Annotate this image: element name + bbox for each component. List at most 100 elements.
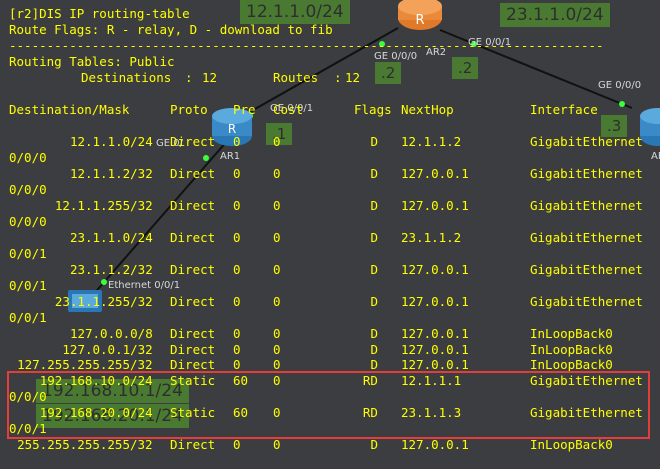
cell-interface: InLoopBack0 [530, 342, 613, 357]
cell-cost: 0 [273, 262, 281, 277]
cell-cost: 0 [273, 326, 281, 341]
device-label-ar1: AR1 [220, 151, 241, 162]
cell-interface-wrap: 0/0/1 [9, 310, 47, 325]
cell-destination: 127.0.0.0/8 [69, 326, 153, 341]
routes-label: Routes [273, 70, 319, 85]
cell-pre: 0 [233, 326, 241, 341]
command-prompt: [r2]DIS IP routing-table [9, 6, 190, 21]
cell-proto: Direct [170, 357, 216, 372]
cell-interface: GigabitEthernet [530, 230, 643, 245]
cell-flags: D [370, 357, 378, 372]
destinations-colon: : [185, 70, 193, 85]
cell-proto: Direct [170, 166, 216, 181]
cell-pre: 0 [233, 166, 241, 181]
cell-interface-wrap: 0/0/0 [9, 182, 47, 197]
cell-destination: 255.255.255.255/32 [17, 437, 153, 452]
cell-destination: 23.1.1.0/24 [69, 230, 153, 245]
cell-pre: 0 [233, 198, 241, 213]
cell-interface: InLoopBack0 [530, 357, 613, 372]
device-label-ar3: AR [651, 151, 660, 162]
network-label-23: 23.1.1.0/24 [500, 3, 610, 27]
header-cost: Cost [273, 102, 304, 117]
network-label-12: 12.1.1.0/24 [240, 0, 350, 24]
router-ar3-icon[interactable] [640, 108, 660, 146]
cell-interface: GigabitEthernet [530, 262, 643, 277]
cell-nexthop: 127.0.0.1 [401, 166, 469, 181]
address-label: .2 [452, 57, 479, 79]
router-ar2-icon[interactable]: R [398, 0, 442, 30]
cell-destination: 12.1.1.255/32 [54, 198, 153, 213]
cell-nexthop: 127.0.0.1 [401, 437, 469, 452]
cell-flags: D [370, 198, 378, 213]
cell-interface-wrap: 0/0/1 [9, 278, 47, 293]
cell-proto: Direct [170, 198, 216, 213]
cell-nexthop: 23.1.1.2 [401, 230, 462, 245]
cell-nexthop: 127.0.0.1 [401, 198, 469, 213]
cell-destination: 12.1.1.0/24 [69, 134, 153, 149]
cell-proto: Direct [170, 342, 216, 357]
header-proto: Proto [170, 102, 208, 117]
cell-flags: D [370, 166, 378, 181]
cell-nexthop: 127.0.0.1 [401, 262, 469, 277]
cell-pre: 0 [233, 294, 241, 309]
cell-interface-wrap: 0/0/0 [9, 214, 47, 229]
cell-cost: 0 [273, 294, 281, 309]
routes-colon: : [334, 70, 342, 85]
cell-interface-wrap: 0/0/1 [9, 246, 47, 261]
header-destination: Destination/Mask [9, 102, 130, 117]
cell-cost: 0 [273, 166, 281, 181]
header-flags: Flags [354, 102, 392, 117]
cell-interface: GigabitEthernet [530, 294, 643, 309]
header-pre: Pre [233, 102, 256, 117]
cell-interface-wrap: 0/0/0 [9, 150, 47, 165]
cell-cost: 0 [273, 134, 281, 149]
cell-proto: Direct [170, 134, 216, 149]
cell-destination: 23.1.1.255/32 [54, 294, 153, 309]
cell-nexthop: 127.0.0.1 [401, 342, 469, 357]
cell-destination: 127.0.0.1/32 [62, 342, 153, 357]
cell-interface: GigabitEthernet [530, 166, 643, 181]
cell-destination: 12.1.1.2/32 [69, 166, 153, 181]
cell-flags: D [370, 230, 378, 245]
address-label: .2 [375, 62, 402, 84]
cell-destination: 23.1.1.2/32 [69, 262, 153, 277]
destinations-label: Destinations [81, 70, 172, 85]
cell-destination: 127.255.255.255/32 [17, 357, 153, 372]
cell-cost: 0 [273, 357, 281, 372]
terminal-window[interactable]: R R 12.1.1.0/24 23.1.1.0/24 192.168.10.1… [0, 0, 660, 469]
cell-flags: D [370, 342, 378, 357]
header-nexthop: NextHop [401, 102, 454, 117]
cell-flags: D [370, 134, 378, 149]
routes-count: 12 [345, 70, 361, 85]
interface-label: Ethernet 0/0/1 [108, 280, 181, 291]
interface-label: GE 0/0/0 [598, 80, 642, 91]
cell-pre: 0 [233, 262, 241, 277]
static-routes-highlight [7, 371, 650, 439]
cell-proto: Direct [170, 230, 216, 245]
link-dot [101, 279, 107, 285]
cell-interface: GigabitEthernet [530, 198, 643, 213]
router-glyph: R [415, 13, 424, 28]
link-dot [619, 101, 625, 107]
cell-interface: InLoopBack0 [530, 326, 613, 341]
cell-pre: 0 [233, 437, 241, 452]
link-dot [203, 155, 209, 161]
separator-line: ----------------------------------------… [9, 38, 604, 53]
cell-nexthop: 12.1.1.2 [401, 134, 462, 149]
route-flags-line: Route Flags: R - relay, D - download to … [9, 22, 333, 37]
cell-nexthop: 127.0.0.1 [401, 357, 469, 372]
cell-cost: 0 [273, 437, 281, 452]
routing-tables-line: Routing Tables: Public [9, 54, 175, 69]
destinations-count: 12 [202, 70, 218, 85]
cell-interface: InLoopBack0 [530, 437, 613, 452]
cell-pre: 0 [233, 342, 241, 357]
cell-nexthop: 127.0.0.1 [401, 294, 469, 309]
cell-interface: GigabitEthernet [530, 134, 643, 149]
cell-nexthop: 127.0.0.1 [401, 326, 469, 341]
cell-flags: D [370, 326, 378, 341]
cell-pre: 0 [233, 134, 241, 149]
cell-flags: D [370, 262, 378, 277]
header-interface: Interface [530, 102, 598, 117]
cell-flags: D [370, 437, 378, 452]
cell-cost: 0 [273, 198, 281, 213]
